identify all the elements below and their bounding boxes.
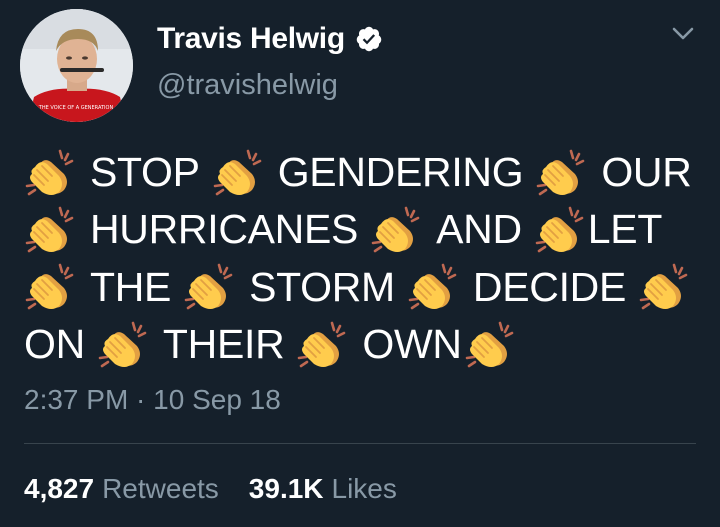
display-name[interactable]: Travis Helwig [157,22,345,56]
tweet-word: STORM [249,263,395,310]
avatar[interactable]: THE VOICE OF A GENERATION [20,9,133,122]
tweet-word: THE [90,263,172,310]
tweet-word: THEIR [162,320,285,367]
clapping-hands-emoji-icon [184,263,233,310]
clapping-hands-emoji-icon [25,149,74,195]
tweet-word: OWN [362,320,462,367]
tweet-word: DECIDE [472,263,627,310]
tweet-timestamp[interactable]: 2:37 PM · 10 Sep 18 [24,384,281,416]
tweet-text: STOP GENDERING OUR HURRICANES AND LET TH… [24,144,714,373]
tweet-line: ON THEIR OWN [24,316,714,373]
clapping-hands-emoji-icon [537,149,585,195]
tweet-line: THE STORM DECIDE [24,259,714,316]
tweet-word: STOP [90,149,200,195]
clapping-hands-emoji-icon [213,149,262,195]
retweets-label: Retweets [102,473,219,504]
tweet-word: OUR [601,149,692,195]
retweets-count: 4,827 [24,473,95,504]
user-handle[interactable]: @travishelwig [157,69,338,102]
likes-label: Likes [331,473,397,504]
tweet-word: ON [24,320,85,367]
clapping-hands-emoji-icon [298,321,346,367]
likes-count: 39.1K [248,473,324,504]
avatar-image: THE VOICE OF A GENERATION [20,9,133,122]
user-name-row[interactable]: Travis Helwig [157,22,383,56]
tweet-line: HURRICANES AND LET [24,201,714,258]
tweet-word: HURRICANES [90,206,359,253]
avatar-caption: THE VOICE OF A GENERATION [38,105,114,111]
tweet-word: GENDERING [277,149,524,195]
verified-badge-icon [355,25,383,53]
clapping-hands-emoji-icon [371,206,420,253]
tweet-stats: 4,827 Retweets 39.1K Likes [24,473,397,505]
clapping-hands-emoji-icon [535,206,584,253]
tweet-line: STOP GENDERING OUR [24,144,714,201]
clapping-hands-emoji-icon [408,263,457,310]
chevron-down-icon[interactable] [672,26,694,42]
tweet-word: AND [436,206,522,253]
clapping-hands-emoji-icon [25,206,74,253]
clapping-hands-emoji-icon [465,321,514,367]
clapping-hands-emoji-icon [25,263,74,310]
tweet-word: LET [587,206,663,253]
divider [24,443,696,444]
clapping-hands-emoji-icon [639,263,688,310]
clapping-hands-emoji-icon [98,321,147,367]
retweets-stat[interactable]: 4,827 Retweets [24,473,219,505]
likes-stat[interactable]: 39.1K Likes [249,473,397,505]
